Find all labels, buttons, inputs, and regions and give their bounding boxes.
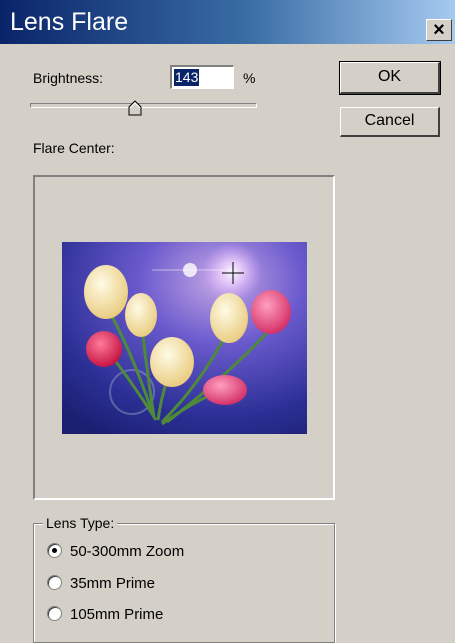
lens-type-label: Lens Type: (43, 515, 118, 531)
cancel-button[interactable]: Cancel (340, 107, 440, 137)
radio-label: 105mm Prime (70, 606, 164, 623)
preview-image[interactable] (62, 242, 307, 434)
brightness-slider[interactable] (30, 103, 257, 108)
radio-105mm-prime[interactable]: 105mm Prime (47, 606, 163, 623)
ok-button[interactable]: OK (339, 61, 441, 95)
radio-button[interactable] (47, 606, 62, 621)
radio-35mm-prime[interactable]: 35mm Prime (47, 575, 155, 592)
radio-label: 35mm Prime (70, 575, 156, 592)
radio-label: 50-300mm Zoom (70, 543, 185, 560)
radio-50-300mm-zoom[interactable]: 50-300mm Zoom (47, 543, 184, 560)
radio-button[interactable] (47, 575, 62, 590)
brightness-value: 143 (174, 69, 200, 86)
title-bar: Lens Flare × (0, 0, 455, 44)
close-button[interactable]: × (426, 19, 452, 41)
flare-center-label: Flare Center: (33, 140, 115, 156)
close-icon: × (433, 19, 445, 41)
brightness-unit: % (243, 70, 256, 86)
slider-thumb[interactable] (128, 100, 142, 116)
brightness-input[interactable]: 143 (170, 65, 234, 89)
window-title: Lens Flare (10, 8, 129, 36)
radio-button-selected[interactable] (47, 543, 62, 558)
brightness-label: Brightness: (33, 70, 104, 86)
